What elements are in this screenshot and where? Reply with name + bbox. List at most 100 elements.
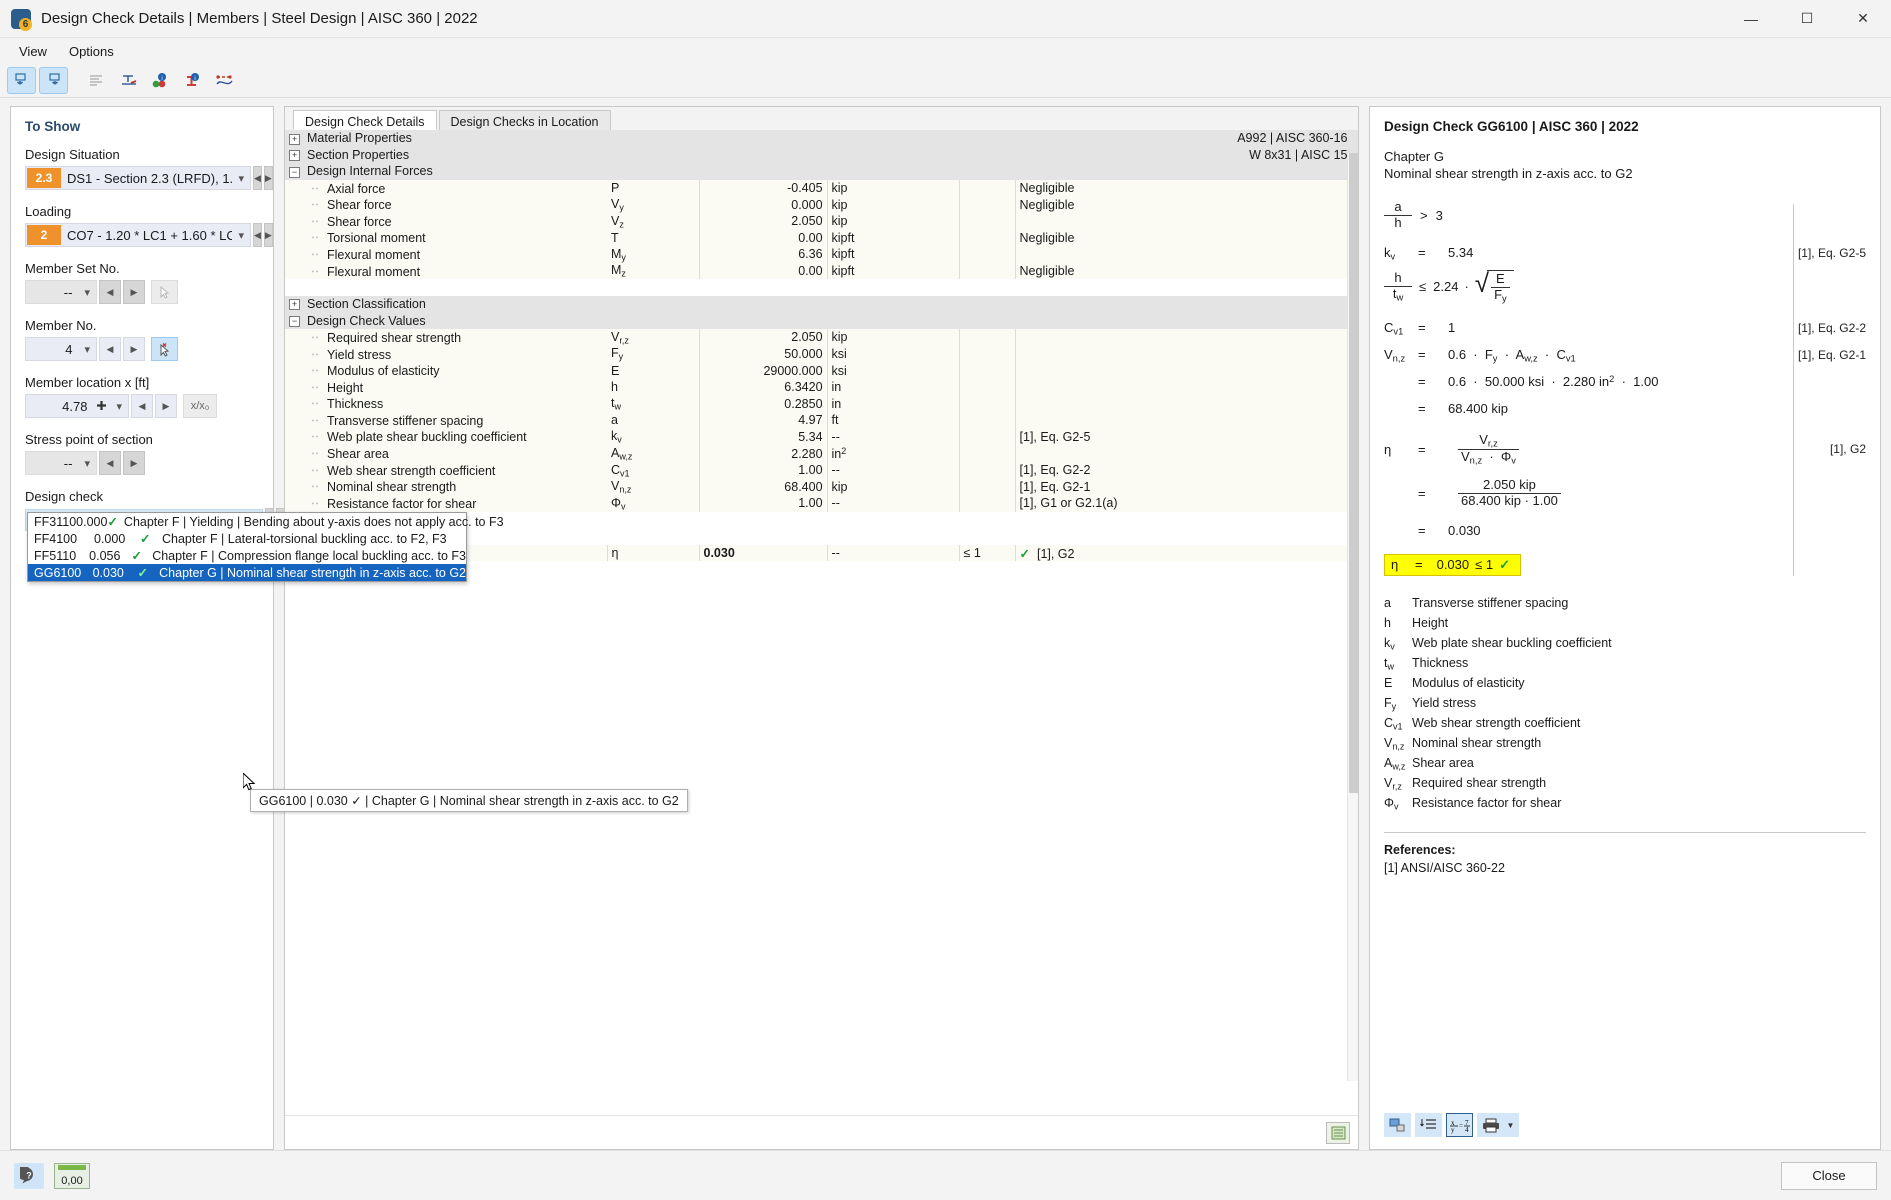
table-row[interactable]: ‧‧ Transverse stiffener spacing a 4.97 ft xyxy=(285,412,1358,429)
details-scrollbar[interactable] xyxy=(1347,153,1358,1081)
design-situation-prev-button[interactable]: ◀ xyxy=(253,166,262,190)
row-label: Flexural moment xyxy=(327,264,421,279)
chevron-down-icon[interactable]: ▾ xyxy=(78,457,96,470)
row-value: 68.400 xyxy=(699,478,828,496)
member-set-next-button[interactable]: ▶ xyxy=(123,280,145,304)
group-row-design-internal-forces[interactable]: − Design Internal Forces xyxy=(285,163,1358,180)
member-no-pick-icon[interactable] xyxy=(151,337,178,361)
member-location-next-button[interactable]: ▶ xyxy=(155,394,177,418)
group-row-material-properties[interactable]: + Material Properties A992 | AISC 360-16 xyxy=(285,130,1358,147)
check-mark-icon: ✓ xyxy=(1499,556,1511,572)
units-settings-button[interactable]: 0,00 xyxy=(54,1162,90,1189)
row-symbol: E xyxy=(607,362,700,379)
row-check xyxy=(959,246,1016,263)
collapse-icon[interactable]: − xyxy=(289,166,300,178)
table-row[interactable]: ‧‧ Shear area Aw,z 2.280 in2 xyxy=(285,445,1358,462)
table-row[interactable]: ‧‧ Thickness tw 0.2850 in xyxy=(285,395,1358,413)
table-row[interactable]: ‧‧ Modulus of elasticity E 29000.000 ksi xyxy=(285,362,1358,379)
row-symbol: Cv1 xyxy=(607,461,700,479)
table-row[interactable]: ‧‧ Required shear strength Vr,z 2.050 kip xyxy=(285,329,1358,346)
row-value: 2.280 xyxy=(699,445,828,462)
table-row[interactable]: ‧‧ Torsional moment T 0.00 kipft Negligib… xyxy=(285,229,1358,247)
nomenclature-symbol: kv xyxy=(1384,635,1395,652)
scrollbar-thumb[interactable] xyxy=(1349,153,1358,793)
chevron-down-icon[interactable]: ▾ xyxy=(110,400,128,413)
menu-options[interactable]: Options xyxy=(60,41,123,62)
chevron-down-icon[interactable]: ▾ xyxy=(78,286,96,299)
calculate-icon[interactable] xyxy=(1326,1121,1350,1144)
export-icon[interactable] xyxy=(1384,1113,1411,1137)
stress-point-combo[interactable]: -- ▾ xyxy=(25,451,97,475)
table-row[interactable]: ‧‧ Resistance factor for shear Φv 1.00 --… xyxy=(285,495,1358,512)
table-list-icon[interactable] xyxy=(82,67,111,94)
row-unit: kipft xyxy=(827,246,960,263)
chevron-down-icon[interactable]: ▾ xyxy=(78,343,96,356)
table-row[interactable]: ‧‧ Yield stress Fy 50.000 ksi xyxy=(285,345,1358,363)
formula-vnz-reference: [1], Eq. G2-1 xyxy=(1797,347,1866,362)
table-row[interactable]: ‧‧ Web shear strength coefficient Cv1 1.0… xyxy=(285,461,1358,479)
close-button[interactable]: Close xyxy=(1781,1161,1877,1190)
expand-icon[interactable]: + xyxy=(289,150,300,162)
minimize-button[interactable]: — xyxy=(1723,0,1779,38)
loading-prev-button[interactable]: ◀ xyxy=(253,223,262,247)
close-window-button[interactable]: ✕ xyxy=(1835,0,1891,38)
formula-eta-reference: [1], G2 xyxy=(1829,442,1866,457)
design-check-dropdown-list[interactable]: FF3110 0.000 ✓ Chapter F | Yielding | Be… xyxy=(27,512,504,582)
tree-connector-icon: ‧‧ xyxy=(311,447,319,462)
expand-icon[interactable]: + xyxy=(289,299,300,311)
design-situation-next-button[interactable]: ▶ xyxy=(263,166,273,190)
table-row[interactable]: ‧‧ Flexural moment Mz 0.00 kipft Negligib… xyxy=(285,262,1358,280)
expand-icon[interactable]: + xyxy=(289,133,300,145)
loading-next-button[interactable]: ▶ xyxy=(263,223,273,247)
help-icon[interactable]: ? xyxy=(14,1162,44,1189)
section-profile-icon[interactable] xyxy=(114,67,143,94)
stress-point-prev-button[interactable]: ◀ xyxy=(99,451,121,475)
material-info-icon[interactable]: i xyxy=(146,67,175,94)
formula-values-icon[interactable]: x y = 7 4 xyxy=(1446,1113,1473,1137)
table-row[interactable]: ‧‧ Nominal shear strength Vn,z 68.400 kip… xyxy=(285,478,1358,496)
table-row[interactable]: ‧‧ Web plate shear buckling coefficient k… xyxy=(285,428,1358,446)
table-row[interactable]: ‧‧ Height h 6.3420 in xyxy=(285,378,1358,396)
row-note xyxy=(1015,246,1358,263)
group-row-section-classification[interactable]: + Section Classification xyxy=(285,295,1358,313)
diagram-icon[interactable] xyxy=(210,67,239,94)
chevron-down-icon[interactable]: ▾ xyxy=(232,172,250,185)
stress-point-next-button[interactable]: ▶ xyxy=(123,451,145,475)
check-mark-icon: ✓ xyxy=(140,532,151,546)
member-location-prev-button[interactable]: ◀ xyxy=(131,394,153,418)
formula-tw-den: tw xyxy=(1392,285,1404,303)
chevron-down-icon[interactable]: ▾ xyxy=(232,229,250,242)
chevron-down-icon[interactable]: ▼ xyxy=(1507,1121,1515,1130)
group-row-section-properties[interactable]: + Section Properties W 8x31 | AISC 15 xyxy=(285,146,1358,164)
group-row-design-check-values[interactable]: − Design Check Values xyxy=(285,312,1358,330)
member-set-combo[interactable]: -- ▾ xyxy=(25,280,97,304)
tab-design-check-details[interactable]: Design Check Details xyxy=(293,110,437,130)
next-navigation-icon[interactable] xyxy=(39,67,68,94)
member-no-prev-button[interactable]: ◀ xyxy=(99,337,121,361)
maximize-button[interactable]: ☐ xyxy=(1779,0,1835,38)
print-icon[interactable]: ▼ xyxy=(1477,1113,1519,1137)
table-row[interactable]: ‧‧ Shear force Vy 0.000 kip Negligible xyxy=(285,196,1358,213)
member-no-next-button[interactable]: ▶ xyxy=(123,337,145,361)
nomenclature-symbol: E xyxy=(1384,675,1393,690)
loading-combo[interactable]: 2 CO7 - 1.20 * LC1 + 1.60 * LC3 + ... ▾ xyxy=(25,223,251,247)
tab-design-checks-in-location[interactable]: Design Checks in Location xyxy=(438,110,611,130)
menu-view[interactable]: View xyxy=(10,41,56,62)
collapse-icon[interactable]: − xyxy=(289,316,300,328)
member-location-combo[interactable]: 4.78 ▾ xyxy=(25,394,129,418)
relative-location-toggle[interactable]: x/x₀ xyxy=(183,394,217,418)
member-set-pick-icon[interactable] xyxy=(151,280,178,304)
dropdown-option[interactable]: FF5110 0.056 ✓ Chapter F | Compression f… xyxy=(28,547,466,564)
numbering-icon[interactable] xyxy=(1415,1113,1442,1137)
dropdown-option[interactable]: FF3110 0.000 ✓ Chapter F | Yielding | Be… xyxy=(28,513,504,530)
design-situation-combo[interactable]: 2.3 DS1 - Section 2.3 (LRFD), 1. to 5. ▾ xyxy=(25,166,251,190)
member-set-prev-button[interactable]: ◀ xyxy=(99,280,121,304)
table-row[interactable]: ‧‧ Shear force Vz 2.050 kip xyxy=(285,212,1358,230)
table-row[interactable]: ‧‧ Axial force P -0.405 kip Negligible xyxy=(285,179,1358,197)
dropdown-option-selected[interactable]: GG6100 0.030 ✓ Chapter G | Nominal shear… xyxy=(28,564,466,581)
table-row[interactable]: ‧‧ Flexural moment My 6.36 kipft xyxy=(285,246,1358,263)
dropdown-option[interactable]: FF4100 0.000 ✓ Chapter F | Lateral-torsi… xyxy=(28,530,466,547)
member-info-icon[interactable]: i xyxy=(178,67,207,94)
previous-navigation-icon[interactable] xyxy=(7,67,36,94)
member-no-combo[interactable]: 4 ▾ xyxy=(25,337,97,361)
